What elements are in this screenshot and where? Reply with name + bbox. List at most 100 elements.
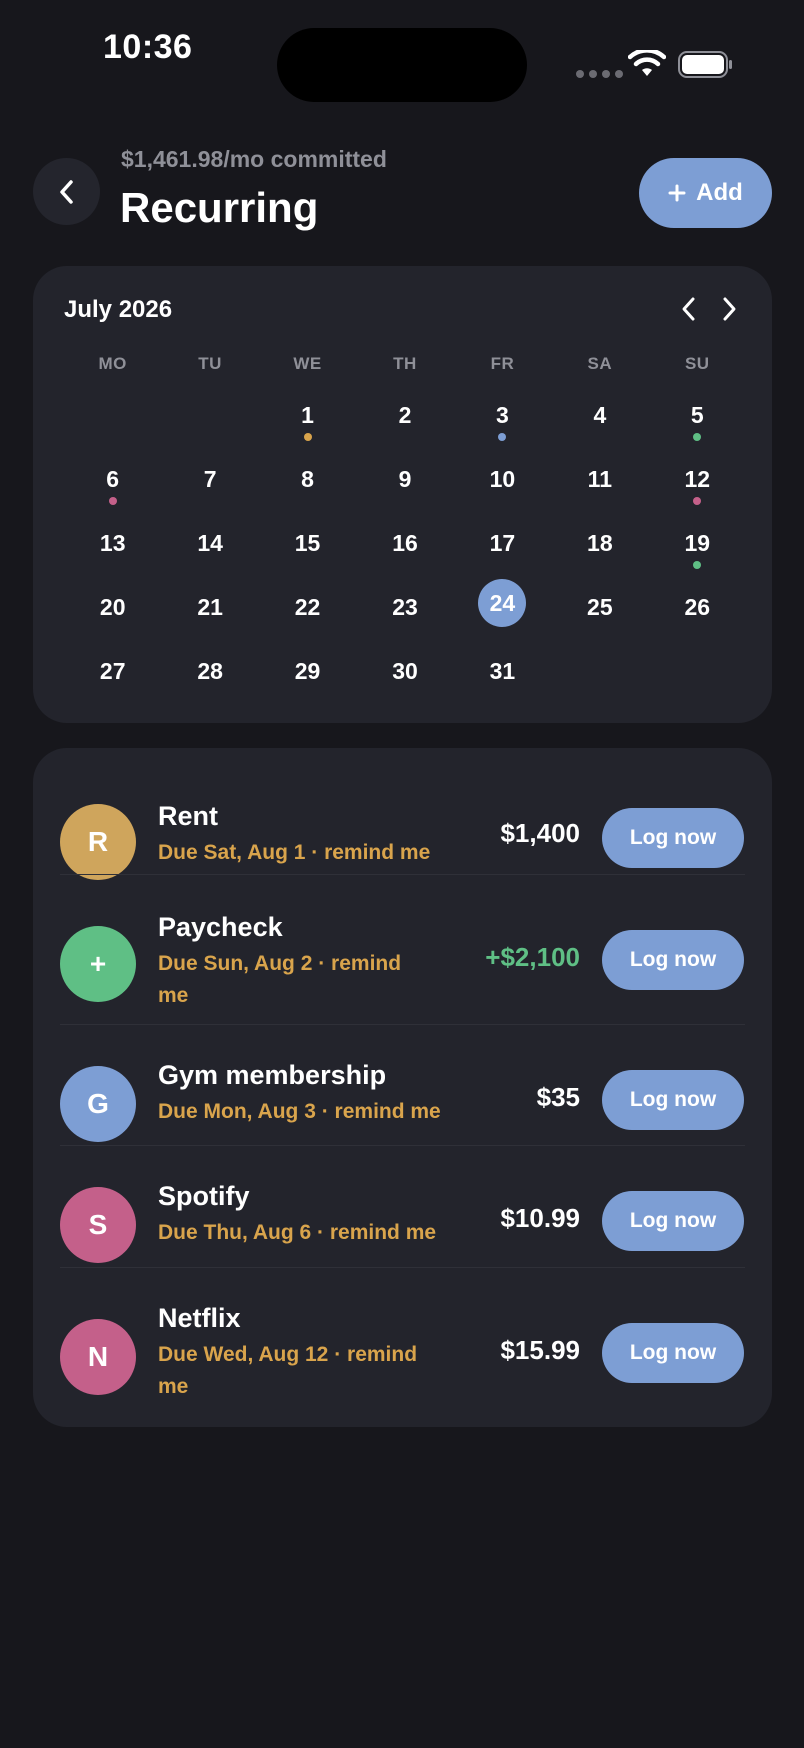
calendar-day[interactable]: 18	[551, 509, 648, 573]
calendar-day-number: 18	[587, 530, 613, 556]
calendar-day[interactable]: 9	[356, 445, 453, 509]
calendar-day[interactable]: 28	[161, 637, 258, 701]
add-button[interactable]: Add	[639, 158, 772, 228]
calendar-day[interactable]: 26	[649, 573, 746, 637]
calendar-day-number: 27	[99, 658, 126, 684]
calendar-day-number: 22	[294, 594, 321, 620]
signal-icon	[576, 70, 623, 78]
calendar-day[interactable]: 4	[551, 381, 648, 445]
calendar-blank	[161, 381, 258, 445]
chevron-right-icon[interactable]	[714, 294, 744, 324]
weekday-label: MO	[98, 354, 127, 373]
status-time: 10:36	[103, 28, 193, 66]
calendar-day-number: 30	[392, 658, 418, 684]
calendar-day[interactable]: 10	[454, 445, 551, 509]
calendar-day[interactable]: 3	[454, 381, 551, 445]
calendar-month: July 2026	[64, 296, 173, 323]
calendar-day-number: 9	[398, 466, 412, 492]
calendar-day-number: 23	[392, 594, 418, 620]
divider	[60, 874, 745, 875]
battery-icon	[678, 51, 732, 78]
calendar-day[interactable]: 5	[649, 381, 746, 445]
calendar-day-number: 24	[478, 579, 527, 627]
back-button[interactable]	[33, 158, 100, 225]
item-due-text[interactable]: Due Thu, Aug 6 · remind me	[158, 1217, 478, 1249]
divider	[60, 1267, 745, 1268]
calendar-day[interactable]: 29	[259, 637, 356, 701]
item-avatar: R	[60, 804, 136, 880]
log-now-button[interactable]: Log now	[602, 1323, 744, 1383]
item-avatar: +	[60, 926, 136, 1002]
calendar-day-number: 5	[690, 402, 704, 428]
calendar-day-number: 3	[496, 402, 509, 428]
item-due-text[interactable]: Due Mon, Aug 3 · remind me	[158, 1096, 478, 1128]
log-now-button[interactable]: Log now	[602, 930, 744, 990]
calendar-day[interactable]: 20	[64, 573, 161, 637]
item-due-text[interactable]: Due Wed, Aug 12 · remind me	[158, 1339, 428, 1403]
item-amount: $35	[536, 1082, 580, 1112]
calendar-day[interactable]: 23	[356, 573, 453, 637]
divider	[60, 1145, 745, 1146]
due-indicator-dot	[303, 433, 312, 441]
calendar-day[interactable]: 22	[259, 573, 356, 637]
recurring-list: R Rent Due Sat, Aug 1 · remind me $1,400 Log…	[33, 748, 772, 1427]
calendar-day[interactable]: 31	[454, 637, 551, 701]
calendar-day[interactable]: 6	[64, 445, 161, 509]
due-indicator-dot	[108, 497, 117, 505]
calendar-day[interactable]: 25	[551, 573, 648, 637]
calendar-day[interactable]: 19	[649, 509, 746, 573]
item-name: Paycheck	[158, 912, 283, 942]
chevron-left-icon[interactable]	[674, 294, 704, 324]
log-now-button[interactable]: Log now	[602, 808, 744, 868]
calendar-day-number: 19	[684, 530, 711, 556]
calendar-day[interactable]: 13	[64, 509, 161, 573]
item-due-text[interactable]: Due Sat, Aug 1 · remind me	[158, 837, 478, 869]
due-indicator-dot	[693, 561, 702, 569]
divider	[60, 1024, 745, 1025]
item-amount: +$2,100	[485, 942, 580, 972]
calendar-day[interactable]: 16	[356, 509, 453, 573]
calendar-day-number: 15	[294, 530, 321, 556]
calendar-day[interactable]: 14	[161, 509, 258, 573]
calendar-day[interactable]: 27	[64, 637, 161, 701]
wifi-icon	[628, 50, 666, 76]
due-indicator-dot	[693, 497, 702, 505]
weekday-label: TH	[393, 354, 417, 373]
weekday-label: WE	[293, 354, 322, 373]
due-indicator-dot	[693, 433, 702, 441]
calendar-day-number: 17	[489, 530, 516, 556]
log-now-button[interactable]: Log now	[602, 1070, 744, 1130]
calendar-day[interactable]: 8	[259, 445, 356, 509]
calendar-day-number: 13	[99, 530, 126, 556]
calendar-day[interactable]: 1	[259, 381, 356, 445]
calendar-day[interactable]: 15	[259, 509, 356, 573]
committed-total: $1,461.98/mo committed	[121, 146, 387, 172]
item-amount: $15.99	[500, 1335, 580, 1365]
calendar-day[interactable]: 21	[161, 573, 258, 637]
calendar-day[interactable]: 30	[356, 637, 453, 701]
weekday-label: SA	[587, 354, 613, 373]
calendar-day[interactable]: 7	[161, 445, 258, 509]
chevron-left-icon	[59, 179, 73, 204]
calendar-day-number: 28	[197, 658, 223, 684]
page-title: Recurring	[120, 184, 319, 231]
calendar-day-selected[interactable]: 24	[454, 573, 551, 637]
calendar-day-number: 10	[489, 466, 516, 492]
calendar-blank	[64, 381, 161, 445]
item-name: Rent	[158, 801, 218, 831]
weekday-label: SU	[684, 354, 710, 373]
calendar-day-number: 12	[684, 466, 711, 492]
calendar-day-number: 31	[489, 658, 516, 684]
add-button-label: Add	[696, 179, 743, 206]
calendar-day[interactable]: 17	[454, 509, 551, 573]
item-due-text[interactable]: Due Sun, Aug 2 · remind me	[158, 948, 428, 1012]
weekday-label: FR	[490, 354, 515, 373]
calendar-day[interactable]: 2	[356, 381, 453, 445]
calendar-day-number: 21	[197, 594, 223, 620]
calendar-day-number: 6	[106, 466, 120, 492]
calendar-day-number: 7	[203, 466, 217, 492]
due-indicator-dot	[498, 433, 507, 441]
calendar-day[interactable]: 12	[649, 445, 746, 509]
calendar-day[interactable]: 11	[551, 445, 648, 509]
log-now-button[interactable]: Log now	[602, 1191, 744, 1251]
